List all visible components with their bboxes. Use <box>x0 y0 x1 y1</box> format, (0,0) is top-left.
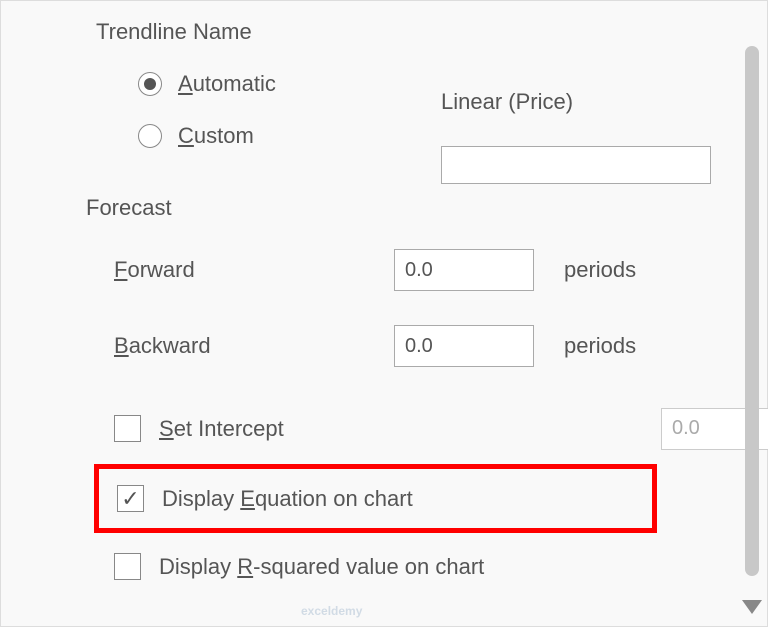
backward-label: Backward <box>114 333 394 359</box>
radio-automatic-label: Automatic <box>178 71 276 97</box>
display-rsquared-checkbox[interactable] <box>114 553 141 580</box>
trendline-name-header: Trendline Name <box>96 19 757 45</box>
forward-row: Forward periods <box>114 249 757 291</box>
set-intercept-row[interactable]: Set Intercept <box>106 401 757 456</box>
trendline-options-panel: Trendline Name Automatic Linear (Price) … <box>1 1 767 626</box>
watermark: exceldemy <box>301 604 362 618</box>
display-rsquared-row[interactable]: Display R-squared value on chart <box>106 539 757 594</box>
custom-name-input[interactable] <box>441 146 711 184</box>
scrollbar-thumb[interactable] <box>745 46 759 576</box>
set-intercept-checkbox[interactable] <box>114 415 141 442</box>
display-equation-label: Display Equation on chart <box>162 486 413 512</box>
radio-automatic[interactable] <box>138 72 162 96</box>
radio-custom[interactable] <box>138 124 162 148</box>
backward-input[interactable] <box>394 325 534 367</box>
backward-unit: periods <box>564 333 636 359</box>
forward-unit: periods <box>564 257 636 283</box>
trendline-name-display: Linear (Price) <box>441 89 573 115</box>
scrollbar-down-arrow-icon[interactable] <box>742 600 762 614</box>
display-equation-row[interactable]: Display Equation on chart <box>109 471 652 526</box>
forward-input[interactable] <box>394 249 534 291</box>
radio-custom-label: Custom <box>178 123 254 149</box>
forecast-header: Forecast <box>86 195 757 221</box>
forward-label: Forward <box>114 257 394 283</box>
highlight-box: Display Equation on chart <box>94 464 657 533</box>
set-intercept-label: Set Intercept <box>159 416 284 442</box>
backward-row: Backward periods <box>114 325 757 367</box>
display-rsquared-label: Display R-squared value on chart <box>159 554 484 580</box>
display-equation-checkbox[interactable] <box>117 485 144 512</box>
